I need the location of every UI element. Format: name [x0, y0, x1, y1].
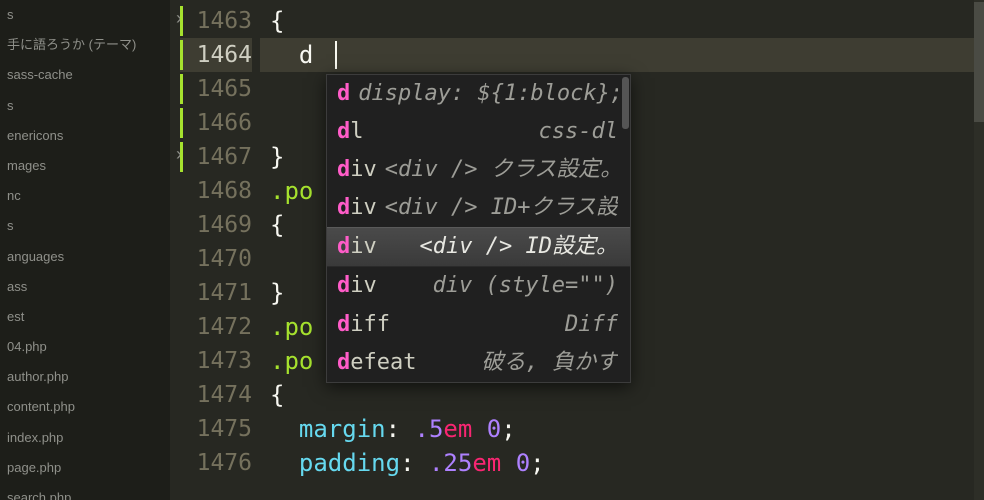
sidebar-item[interactable]: nc [0, 181, 170, 211]
line-number[interactable]: 1471 [180, 276, 252, 310]
line-number[interactable]: 1467 [180, 140, 252, 174]
text-cursor [335, 41, 337, 69]
code-line[interactable]: padding: .25em 0; [260, 446, 974, 480]
code-line[interactable]: d [260, 38, 974, 72]
autocomplete-item-label: div [337, 153, 377, 187]
autocomplete-item[interactable]: div<div /> ID+クラス設定。 [327, 189, 630, 227]
code-line[interactable]: { [260, 378, 974, 412]
line-number[interactable]: 1466 [180, 106, 252, 140]
line-number-gutter[interactable]: 1463146414651466146714681469147014711472… [188, 0, 260, 500]
autocomplete-item[interactable]: dl css-dl [327, 113, 630, 151]
line-number[interactable]: 1473 [180, 344, 252, 378]
line-number[interactable]: 1464 [180, 38, 252, 72]
editor-scrollbar[interactable] [974, 0, 984, 500]
sidebar-item[interactable]: sass-cache [0, 60, 170, 90]
code-line[interactable]: margin: .5em 0; [260, 412, 974, 446]
code-line[interactable]: { [260, 4, 974, 38]
editor-scrollbar-thumb[interactable] [974, 2, 984, 122]
line-number[interactable]: 1475 [180, 412, 252, 446]
autocomplete-item-description: <div /> クラス設定。 [385, 153, 618, 187]
autocomplete-item-description: Diff [565, 308, 618, 342]
line-number[interactable]: 1472 [180, 310, 252, 344]
sidebar-item[interactable]: enericons [0, 121, 170, 151]
sidebar-item[interactable]: content.php [0, 392, 170, 422]
line-number[interactable]: 1468 [180, 174, 252, 208]
line-number[interactable]: 1474 [180, 378, 252, 412]
autocomplete-item-label: div [337, 191, 377, 225]
line-number[interactable]: 1469 [180, 208, 252, 242]
autocomplete-item-label: div [337, 269, 377, 303]
autocomplete-item-label: dl [337, 115, 364, 149]
file-tree-sidebar[interactable]: s手に語ろうか (テーマ)sass-cachesenericonsmagesnc… [0, 0, 170, 500]
sidebar-item[interactable]: 04.php [0, 332, 170, 362]
line-number[interactable]: 1476 [180, 446, 252, 480]
sidebar-item[interactable]: author.php [0, 362, 170, 392]
sidebar-item[interactable]: ass [0, 272, 170, 302]
autocomplete-item[interactable]: div div (style="") [327, 267, 630, 305]
line-number[interactable]: 1463 [180, 4, 252, 38]
autocomplete-item-description: 破る, 負かす [482, 346, 619, 380]
autocomplete-item[interactable]: div<div /> クラス設定。 [327, 151, 630, 189]
autocomplete-item[interactable]: ddisplay: ${1:block}; [327, 75, 630, 113]
line-number[interactable]: 1470 [180, 242, 252, 276]
autocomplete-item-description: <div /> ID設定。 [420, 230, 618, 264]
autocomplete-item-label: d [337, 77, 350, 111]
code-editor[interactable]: ›› 1463146414651466146714681469147014711… [170, 0, 984, 500]
autocomplete-popup[interactable]: ddisplay: ${1:block};dlcss-dldiv<div /> … [326, 74, 631, 383]
sidebar-item[interactable]: s [0, 0, 170, 30]
autocomplete-item[interactable]: defeat 破る, 負かす [327, 344, 630, 382]
autocomplete-item-label: div [337, 230, 377, 264]
sidebar-item[interactable]: est [0, 302, 170, 332]
autocomplete-item-label: diff [337, 308, 390, 342]
autocomplete-item[interactable]: div <div /> ID設定。 [327, 227, 630, 267]
autocomplete-item-description: div (style="") [433, 269, 618, 303]
sidebar-item[interactable]: mages [0, 151, 170, 181]
sidebar-item[interactable]: page.php [0, 453, 170, 483]
autocomplete-item-description: <div /> ID+クラス設定。 [385, 191, 618, 225]
sidebar-item[interactable]: search.php [0, 483, 170, 500]
sidebar-item[interactable]: index.php [0, 423, 170, 453]
autocomplete-item-description: css-dl [539, 115, 618, 149]
autocomplete-scrollbar-thumb[interactable] [622, 77, 629, 129]
sidebar-item[interactable]: s [0, 91, 170, 121]
autocomplete-item[interactable]: diff Diff [327, 306, 630, 344]
sidebar-item[interactable]: s [0, 211, 170, 241]
autocomplete-item-label: defeat [337, 346, 416, 380]
line-number[interactable]: 1465 [180, 72, 252, 106]
sidebar-item[interactable]: anguages [0, 242, 170, 272]
sidebar-item[interactable]: 手に語ろうか (テーマ) [0, 30, 170, 60]
autocomplete-item-description: display: ${1:block}; [358, 77, 618, 111]
